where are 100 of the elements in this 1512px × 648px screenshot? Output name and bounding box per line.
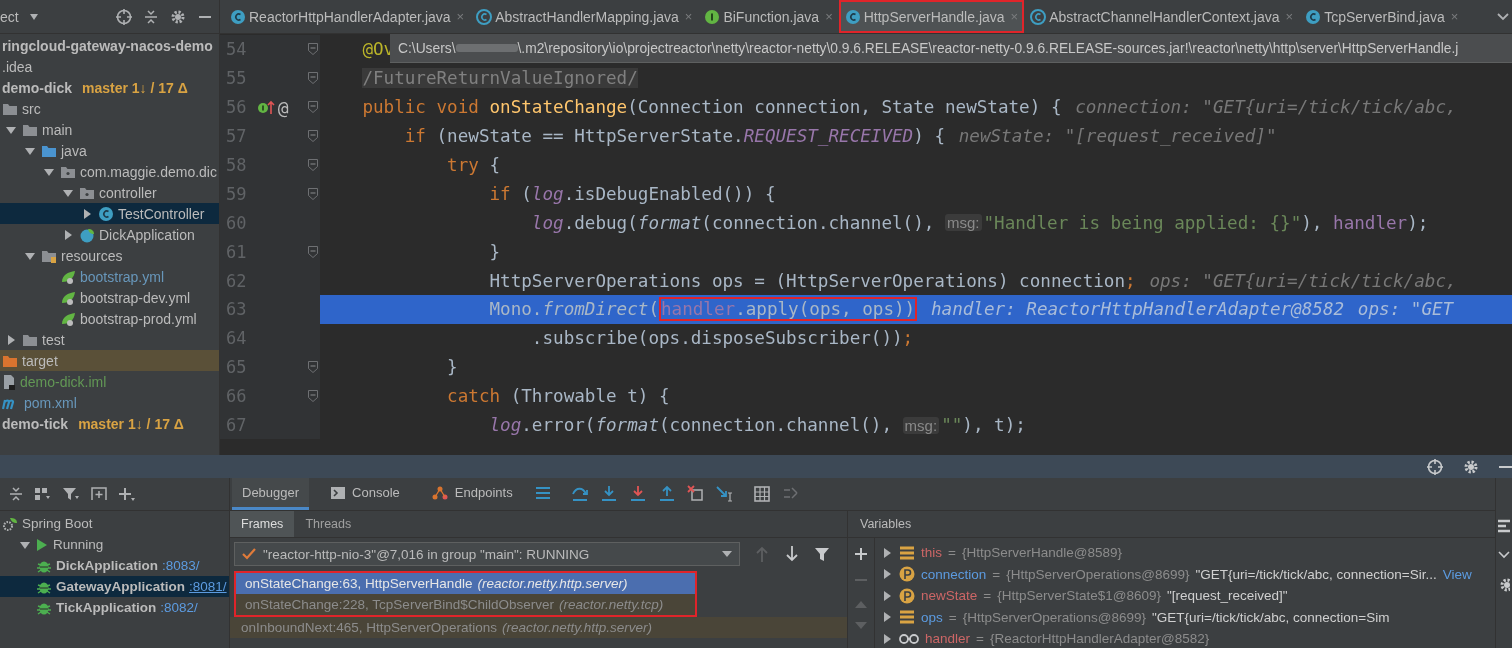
- tree-item-label[interactable]: demo-tick: [2, 415, 69, 432]
- service-label: TickApplication: [56, 600, 157, 615]
- editor-tab[interactable]: AbstractHandlerMapping.java ×: [470, 0, 699, 33]
- equals-sign: =: [992, 566, 1001, 582]
- code-text: format: [637, 212, 702, 233]
- object-reference: {HttpServerHandle@8589}: [961, 545, 1122, 561]
- panel-tab[interactable]: Threads: [294, 511, 363, 537]
- equals-sign: =: [983, 588, 992, 604]
- tree-item-label[interactable]: src: [22, 100, 41, 117]
- variable-name: ops: [921, 609, 943, 625]
- service-row[interactable]: GatewayApplication :8081/: [0, 576, 229, 597]
- parameter-hint: msg:: [902, 416, 940, 434]
- inlay-hint: ops: "GET: [1357, 299, 1454, 320]
- service-row[interactable]: TickApplication :8082/: [0, 597, 229, 618]
- equals-sign: =: [948, 609, 957, 625]
- string-literal: "": [941, 415, 963, 435]
- code-text: try: [447, 155, 480, 175]
- object-reference: {HttpServerOperations@8699}: [1006, 566, 1190, 582]
- branch-status: master 1↓ / 17 Δ: [82, 79, 188, 96]
- tree-item-label[interactable]: .idea: [2, 58, 33, 75]
- code-text: format: [595, 415, 659, 435]
- panel-tab[interactable]: Frames: [230, 511, 295, 537]
- branch-status: master 1↓ / 17 Δ: [78, 415, 184, 432]
- code-text: (Connection connection, State newState) {: [627, 97, 1062, 118]
- variable-value: "GET{uri=/tick/tick/abc, connection=Sir...: [1195, 566, 1437, 582]
- file-path-text: \.m2\repository\io\projectreactor\netty\reactor-netty\0.9.6.RELEASE\reactor-netty-0.9.6.RELEASE-sources.jar!\reactor\netty\http\server\HttpServerHandle.j: [517, 40, 1459, 56]
- service-label[interactable]: Spring Boot: [22, 516, 93, 531]
- code-text: ;: [1125, 270, 1136, 291]
- service-label[interactable]: Running: [53, 537, 104, 552]
- editor-tab[interactable]: AbstractChannelHandlerContext.java ×: [1024, 0, 1300, 33]
- code-text: .isDebugEnabled()) {: [563, 183, 776, 204]
- code-text: handler: [661, 299, 736, 320]
- tree-item-label[interactable]: DickApplication: [99, 226, 195, 243]
- code-text: log: [531, 212, 564, 233]
- tree-item-label[interactable]: java: [61, 142, 87, 159]
- tree-item-label: target: [22, 352, 58, 369]
- service-label: DickApplication: [56, 558, 158, 573]
- tree-item-label[interactable]: bootstrap-prod.yml: [80, 310, 197, 327]
- editor-tab[interactable]: HttpServerHandle.java ×: [838, 0, 1025, 33]
- debugger-tab[interactable]: Debugger: [232, 478, 310, 510]
- code-text: if: [489, 183, 512, 204]
- tree-item-label: TestController: [118, 205, 205, 222]
- code-text: log: [531, 183, 564, 204]
- variable-value: "GET{uri=/tick/tick/abc, connection=Sim: [1152, 609, 1390, 625]
- variable-name: handler: [925, 631, 971, 647]
- debugger-tab[interactable]: Endpoints: [420, 478, 523, 510]
- editor-tab[interactable]: ReactorHttpHandlerAdapter.java ×: [224, 0, 471, 33]
- debugger-tab[interactable]: Console: [320, 478, 410, 510]
- tree-item-label[interactable]: demo-dick.iml: [20, 373, 107, 390]
- code-text: catch: [447, 386, 502, 407]
- code-text: handler: [1333, 212, 1408, 233]
- annotation-marker[interactable]: @: [277, 96, 289, 118]
- code-text: (: [648, 299, 659, 320]
- code-text: }: [489, 241, 501, 262]
- code-text: onStateChange: [489, 97, 628, 118]
- editor-tab[interactable]: TcpServerBind.java ×: [1299, 0, 1465, 33]
- code-text: fromDirect: [542, 299, 649, 320]
- code-text: }: [447, 357, 458, 378]
- tree-row[interactable]: target: [0, 350, 219, 371]
- comment-text: /FutureReturnValueIgnored/: [362, 68, 638, 89]
- panel-title: Variables: [860, 517, 912, 531]
- inlay-hint: newState: "[request_received]": [958, 126, 1277, 147]
- stack-frame[interactable]: onInboundNext:465, HttpServerOperations (reactor.netty.http.server): [230, 617, 847, 638]
- code-text: (Throwable t) {: [510, 386, 670, 407]
- code-text: {: [489, 155, 501, 175]
- code-text: );: [1407, 212, 1429, 233]
- tree-item-label[interactable]: demo-dick: [2, 79, 72, 96]
- tree-row[interactable]: TestController: [0, 203, 219, 224]
- service-row[interactable]: DickApplication :8083/: [0, 555, 229, 576]
- code-text: .debug(: [563, 212, 638, 233]
- variable-value: "[request_received]": [1167, 588, 1288, 604]
- stack-frame[interactable]: onStateChange:63, HttpServerHandle (reactor.netty.http.server): [236, 573, 695, 594]
- tree-item-label[interactable]: controller: [99, 184, 157, 201]
- tree-item-label[interactable]: com.maggie.demo.dic: [80, 163, 217, 180]
- port-link[interactable]: :8082/: [160, 600, 198, 615]
- tree-item-label[interactable]: pom.xml: [24, 394, 77, 411]
- tree-item-label[interactable]: resources: [61, 247, 123, 264]
- panel-title[interactable]: ect: [0, 8, 19, 25]
- string-literal: "Handler is being applied: {}": [983, 212, 1302, 233]
- code-text: public void: [362, 97, 480, 118]
- variable-name: newState: [921, 588, 978, 604]
- port-link[interactable]: :8083/: [162, 558, 200, 573]
- tree-item-label[interactable]: bootstrap-dev.yml: [80, 289, 191, 306]
- inlay-hint: ops: "GET{uri=/tick/tick/abc,: [1149, 270, 1457, 291]
- tree-item-label[interactable]: main: [42, 121, 73, 138]
- view-link[interactable]: View: [1442, 566, 1472, 582]
- object-reference: {ReactorHttpHandlerAdapter@8582}: [989, 631, 1210, 647]
- file-path-text: C:\Users\: [398, 40, 456, 56]
- tree-item-label[interactable]: test: [42, 331, 65, 348]
- tree-item-label[interactable]: bootstrap.yml: [80, 268, 165, 285]
- equals-sign: =: [948, 545, 956, 561]
- stack-frame[interactable]: onStateChange:228, TcpServerBind$ChildObserver (reactor.netty.tcp): [236, 594, 695, 615]
- editor-tab[interactable]: BiFunction.java ×: [698, 0, 839, 33]
- port-link[interactable]: :8081/: [189, 579, 227, 594]
- code-text: (newState == HttpServerState.: [436, 126, 744, 147]
- variable-name: this: [921, 545, 942, 561]
- thread-dropdown[interactable]: "reactor-http-nio-3"@7,016 in group "main": RUNNING: [234, 542, 740, 566]
- tree-item-label[interactable]: ringcloud-gateway-nacos-demo: [2, 37, 213, 54]
- code-text: (connection.channel(),: [701, 212, 936, 233]
- code-text: log: [489, 415, 522, 435]
